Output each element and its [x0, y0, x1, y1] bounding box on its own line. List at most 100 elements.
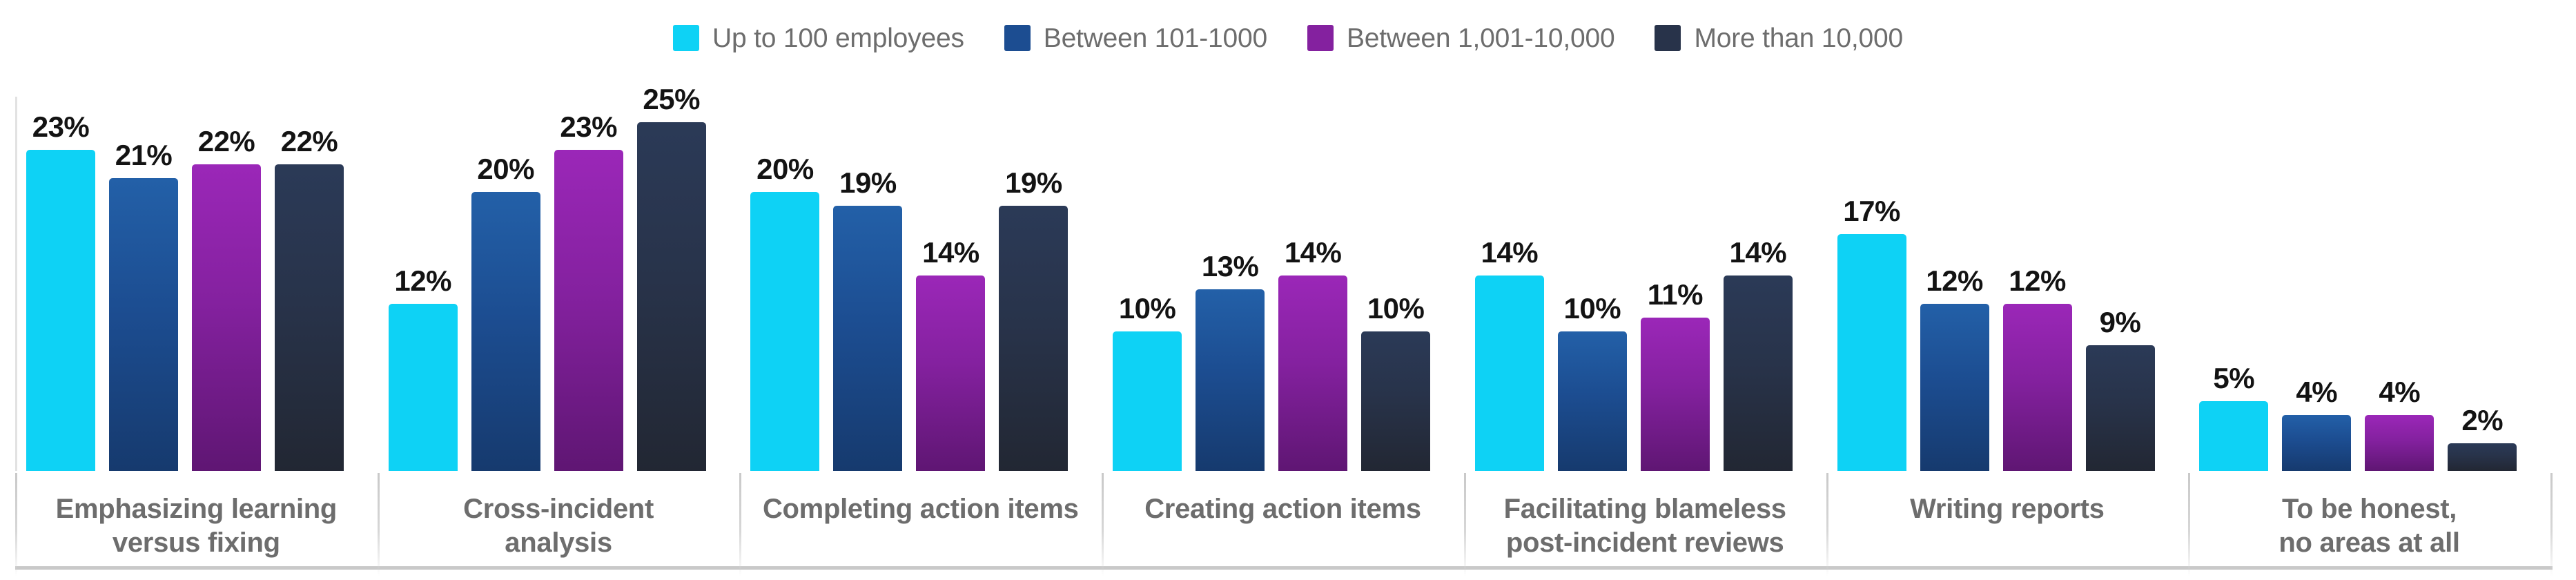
bar[interactable]: [1113, 331, 1182, 471]
category-label: Facilitating blameless post-incident revi…: [1504, 492, 1786, 560]
bar[interactable]: [1474, 276, 1544, 471]
bar-value-label: 22%: [197, 125, 255, 157]
legend-item-label: Between 101-1000: [1043, 23, 1267, 53]
bar-value-label: 10%: [1563, 292, 1621, 325]
bar-item[interactable]: 12%: [1920, 97, 1989, 471]
bar-value-label: 11%: [1647, 278, 1704, 311]
legend-swatch-more-than-10000: [1655, 25, 1681, 51]
category-label-line: To be honest,: [2281, 494, 2457, 524]
bar-value-label: 20%: [477, 153, 534, 185]
bar[interactable]: [750, 192, 820, 471]
bar[interactable]: [1723, 276, 1793, 471]
bar[interactable]: [2282, 415, 2352, 471]
legend-item[interactable]: More than 10,000: [1655, 25, 1903, 52]
legend-item[interactable]: Between 1,001-10,000: [1307, 23, 1615, 53]
bar-item[interactable]: 11%: [1640, 97, 1710, 471]
bar-value-label: 14%: [1481, 236, 1539, 269]
category-label: Writing reports: [1910, 492, 2105, 526]
chart-canvas: Up to 100 employees Between 101-1000 Betwe…: [0, 0, 2576, 580]
bar-item[interactable]: 25%: [636, 85, 706, 471]
bar-item[interactable]: 23%: [554, 97, 623, 471]
bar-item[interactable]: 20%: [471, 97, 540, 471]
bar-item[interactable]: 22%: [192, 97, 261, 471]
category-label-line: Writing reports: [1910, 494, 2105, 524]
bar[interactable]: [2085, 345, 2155, 471]
bar[interactable]: [26, 150, 95, 471]
bar-item[interactable]: 10%: [1113, 97, 1182, 471]
legend-item[interactable]: Between 101-1000: [1004, 25, 1267, 52]
bar[interactable]: [2448, 443, 2517, 471]
legend-item-label: Between 1,001-10,000: [1346, 23, 1615, 53]
bar-item[interactable]: 19%: [833, 97, 903, 471]
bar-value-label: 12%: [394, 264, 451, 297]
bar-item[interactable]: 5%: [2199, 97, 2269, 471]
bar[interactable]: [192, 164, 261, 471]
bar-item[interactable]: 13%: [1196, 97, 1265, 471]
category-axis: Emphasizing learning versus fixing Cross-i…: [15, 473, 2553, 580]
bar-item[interactable]: 9%: [2085, 97, 2155, 471]
bar-item[interactable]: 12%: [2002, 97, 2072, 471]
category-label-line: post-incident reviews: [1505, 527, 1784, 558]
bar[interactable]: [1557, 331, 1627, 471]
bar-item[interactable]: 21%: [109, 97, 178, 471]
bar[interactable]: [1361, 331, 1431, 471]
bar-value-label: 25%: [643, 83, 700, 115]
bar-item[interactable]: 22%: [275, 97, 344, 471]
category-label: Completing action items: [763, 492, 1079, 526]
bar-value-label: 14%: [1729, 236, 1787, 269]
bar-item[interactable]: 10%: [1361, 97, 1431, 471]
bar[interactable]: [1278, 276, 1348, 471]
bar-group: 10% 13% 14% 10%: [1102, 97, 1464, 471]
category-separator-end: [2550, 473, 2553, 577]
bar-item[interactable]: 17%: [1837, 97, 1906, 471]
bar-item[interactable]: 19%: [999, 97, 1069, 471]
bar-item[interactable]: 14%: [1723, 97, 1793, 471]
bar[interactable]: [833, 206, 903, 471]
category-label-line: Completing action items: [762, 494, 1079, 524]
bar-item[interactable]: 12%: [388, 97, 458, 471]
category-separator: [1463, 473, 1466, 577]
bar-item[interactable]: 14%: [1474, 97, 1544, 471]
bar-item[interactable]: 2%: [2448, 97, 2517, 471]
bar-group: 23% 21% 22% 22%: [15, 97, 378, 471]
bar[interactable]: [2199, 401, 2269, 471]
bar[interactable]: [636, 122, 706, 471]
bar-item[interactable]: 20%: [750, 97, 820, 471]
bar[interactable]: [916, 276, 986, 471]
bar[interactable]: [554, 150, 623, 471]
category-cell: To be honest, no areas at all: [2188, 473, 2550, 580]
bar-value-label: 22%: [280, 125, 338, 157]
bar-item[interactable]: 23%: [26, 97, 95, 471]
bar-item[interactable]: 10%: [1557, 97, 1627, 471]
bar-value-label: 12%: [2009, 264, 2066, 297]
category-label-line: analysis: [505, 527, 612, 558]
bar-group-bars: 12% 20% 23% 25%: [388, 85, 720, 471]
bar[interactable]: [275, 164, 344, 471]
bar[interactable]: [1837, 234, 1906, 471]
bar-value-label: 2%: [2461, 404, 2504, 436]
bar-group-bars: 17% 12% 12% 9%: [1837, 97, 2169, 471]
category-separator: [1826, 473, 1828, 577]
bar-value-label: 19%: [839, 166, 897, 199]
category-separator: [1102, 473, 1104, 577]
bar[interactable]: [2365, 415, 2434, 471]
category-cell: Cross-incident analysis: [377, 473, 740, 580]
bar[interactable]: [999, 206, 1069, 471]
bar-group-bars: 5% 4% 4% 2%: [2199, 97, 2530, 471]
bar-item[interactable]: 14%: [1278, 97, 1348, 471]
bar-item[interactable]: 4%: [2282, 97, 2352, 471]
category-cell: Creating action items: [1102, 473, 1464, 580]
bar[interactable]: [1920, 304, 1989, 471]
bar-item[interactable]: 14%: [916, 97, 986, 471]
category-label-line: versus fixing: [112, 527, 280, 558]
legend-item[interactable]: Up to 100 employees: [672, 25, 964, 52]
bar[interactable]: [1196, 289, 1265, 471]
bar[interactable]: [388, 304, 458, 471]
bar[interactable]: [109, 178, 178, 471]
legend-swatch-1001-10000: [1307, 25, 1334, 51]
category-label-line: Cross-incident: [463, 494, 654, 524]
bar[interactable]: [471, 192, 540, 471]
bar[interactable]: [2002, 304, 2072, 471]
bar[interactable]: [1640, 318, 1710, 471]
bar-item[interactable]: 4%: [2365, 97, 2434, 471]
